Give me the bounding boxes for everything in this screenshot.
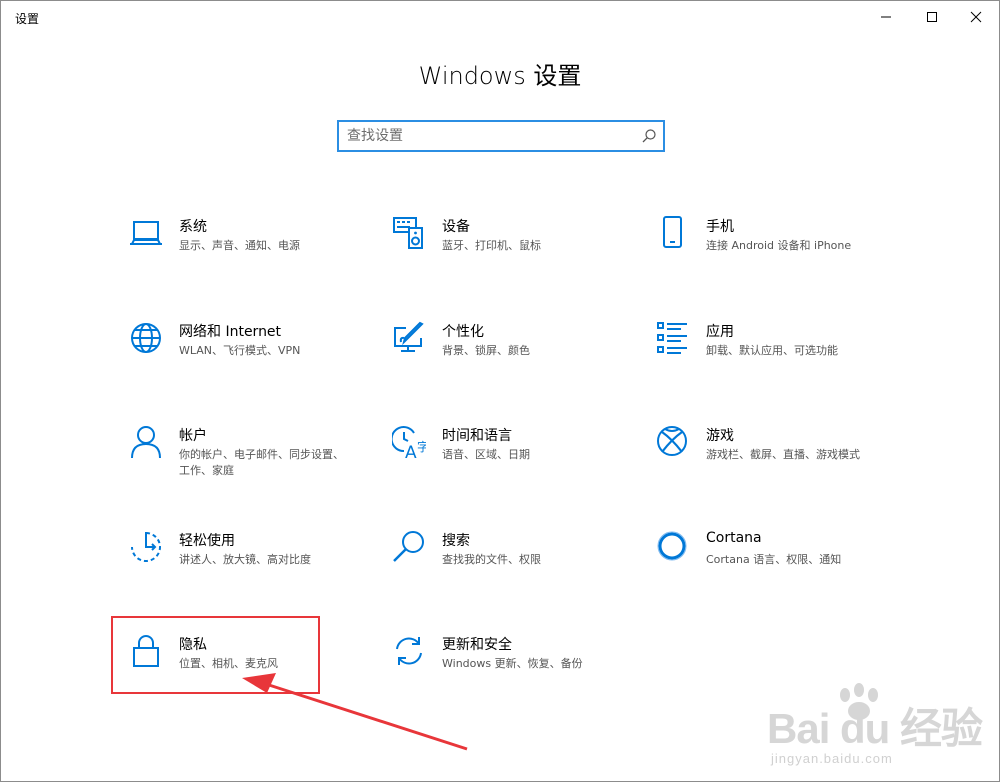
settings-window: 设置 Windows 设置 系统 显示、声音、通知、电源 设备 蓝牙、打印机、鼠… [0,0,1000,782]
watermark: Bai du 经验 jingyan.baidu.com [761,681,991,781]
watermark-text: Bai du 经验 [767,705,983,752]
arrow-icon [242,673,468,751]
watermark-url: jingyan.baidu.com [771,751,893,766]
